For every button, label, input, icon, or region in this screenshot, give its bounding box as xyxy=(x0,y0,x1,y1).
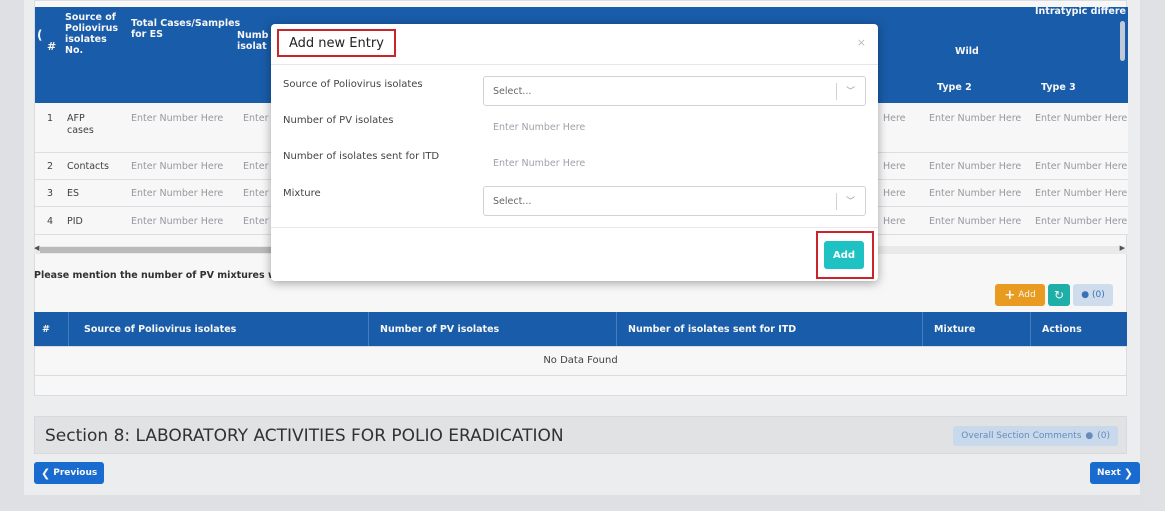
modal-header-divider xyxy=(271,64,878,65)
chevron-down-icon[interactable]: ﹀ xyxy=(846,194,855,207)
close-icon[interactable]: × xyxy=(857,36,866,49)
source-select[interactable]: Select... ﹀ xyxy=(483,76,866,106)
mixture-select[interactable]: Select... ﹀ xyxy=(483,186,866,216)
mixture-select-value: Select... xyxy=(493,196,532,207)
itd-input[interactable] xyxy=(483,150,866,176)
add-entry-modal: Add new Entry × Source of Poliovirus iso… xyxy=(271,24,878,281)
source-select-value: Select... xyxy=(493,86,532,97)
mixture-label: Mixture xyxy=(283,188,321,199)
modal-title-highlight: Add new Entry xyxy=(277,29,396,57)
chevron-down-icon[interactable]: ﹀ xyxy=(846,84,855,97)
num-isolates-input[interactable] xyxy=(483,114,866,140)
modal-footer-divider xyxy=(271,227,878,228)
modal-title: Add new Entry xyxy=(289,35,384,51)
itd-label: Number of isolates sent for ITD xyxy=(283,151,440,162)
select-divider xyxy=(836,83,837,100)
add-button[interactable]: Add xyxy=(824,241,864,269)
source-label: Source of Poliovirus isolates xyxy=(283,79,423,90)
num-isolates-label: Number of PV isolates xyxy=(283,115,394,126)
select-divider xyxy=(836,193,837,210)
